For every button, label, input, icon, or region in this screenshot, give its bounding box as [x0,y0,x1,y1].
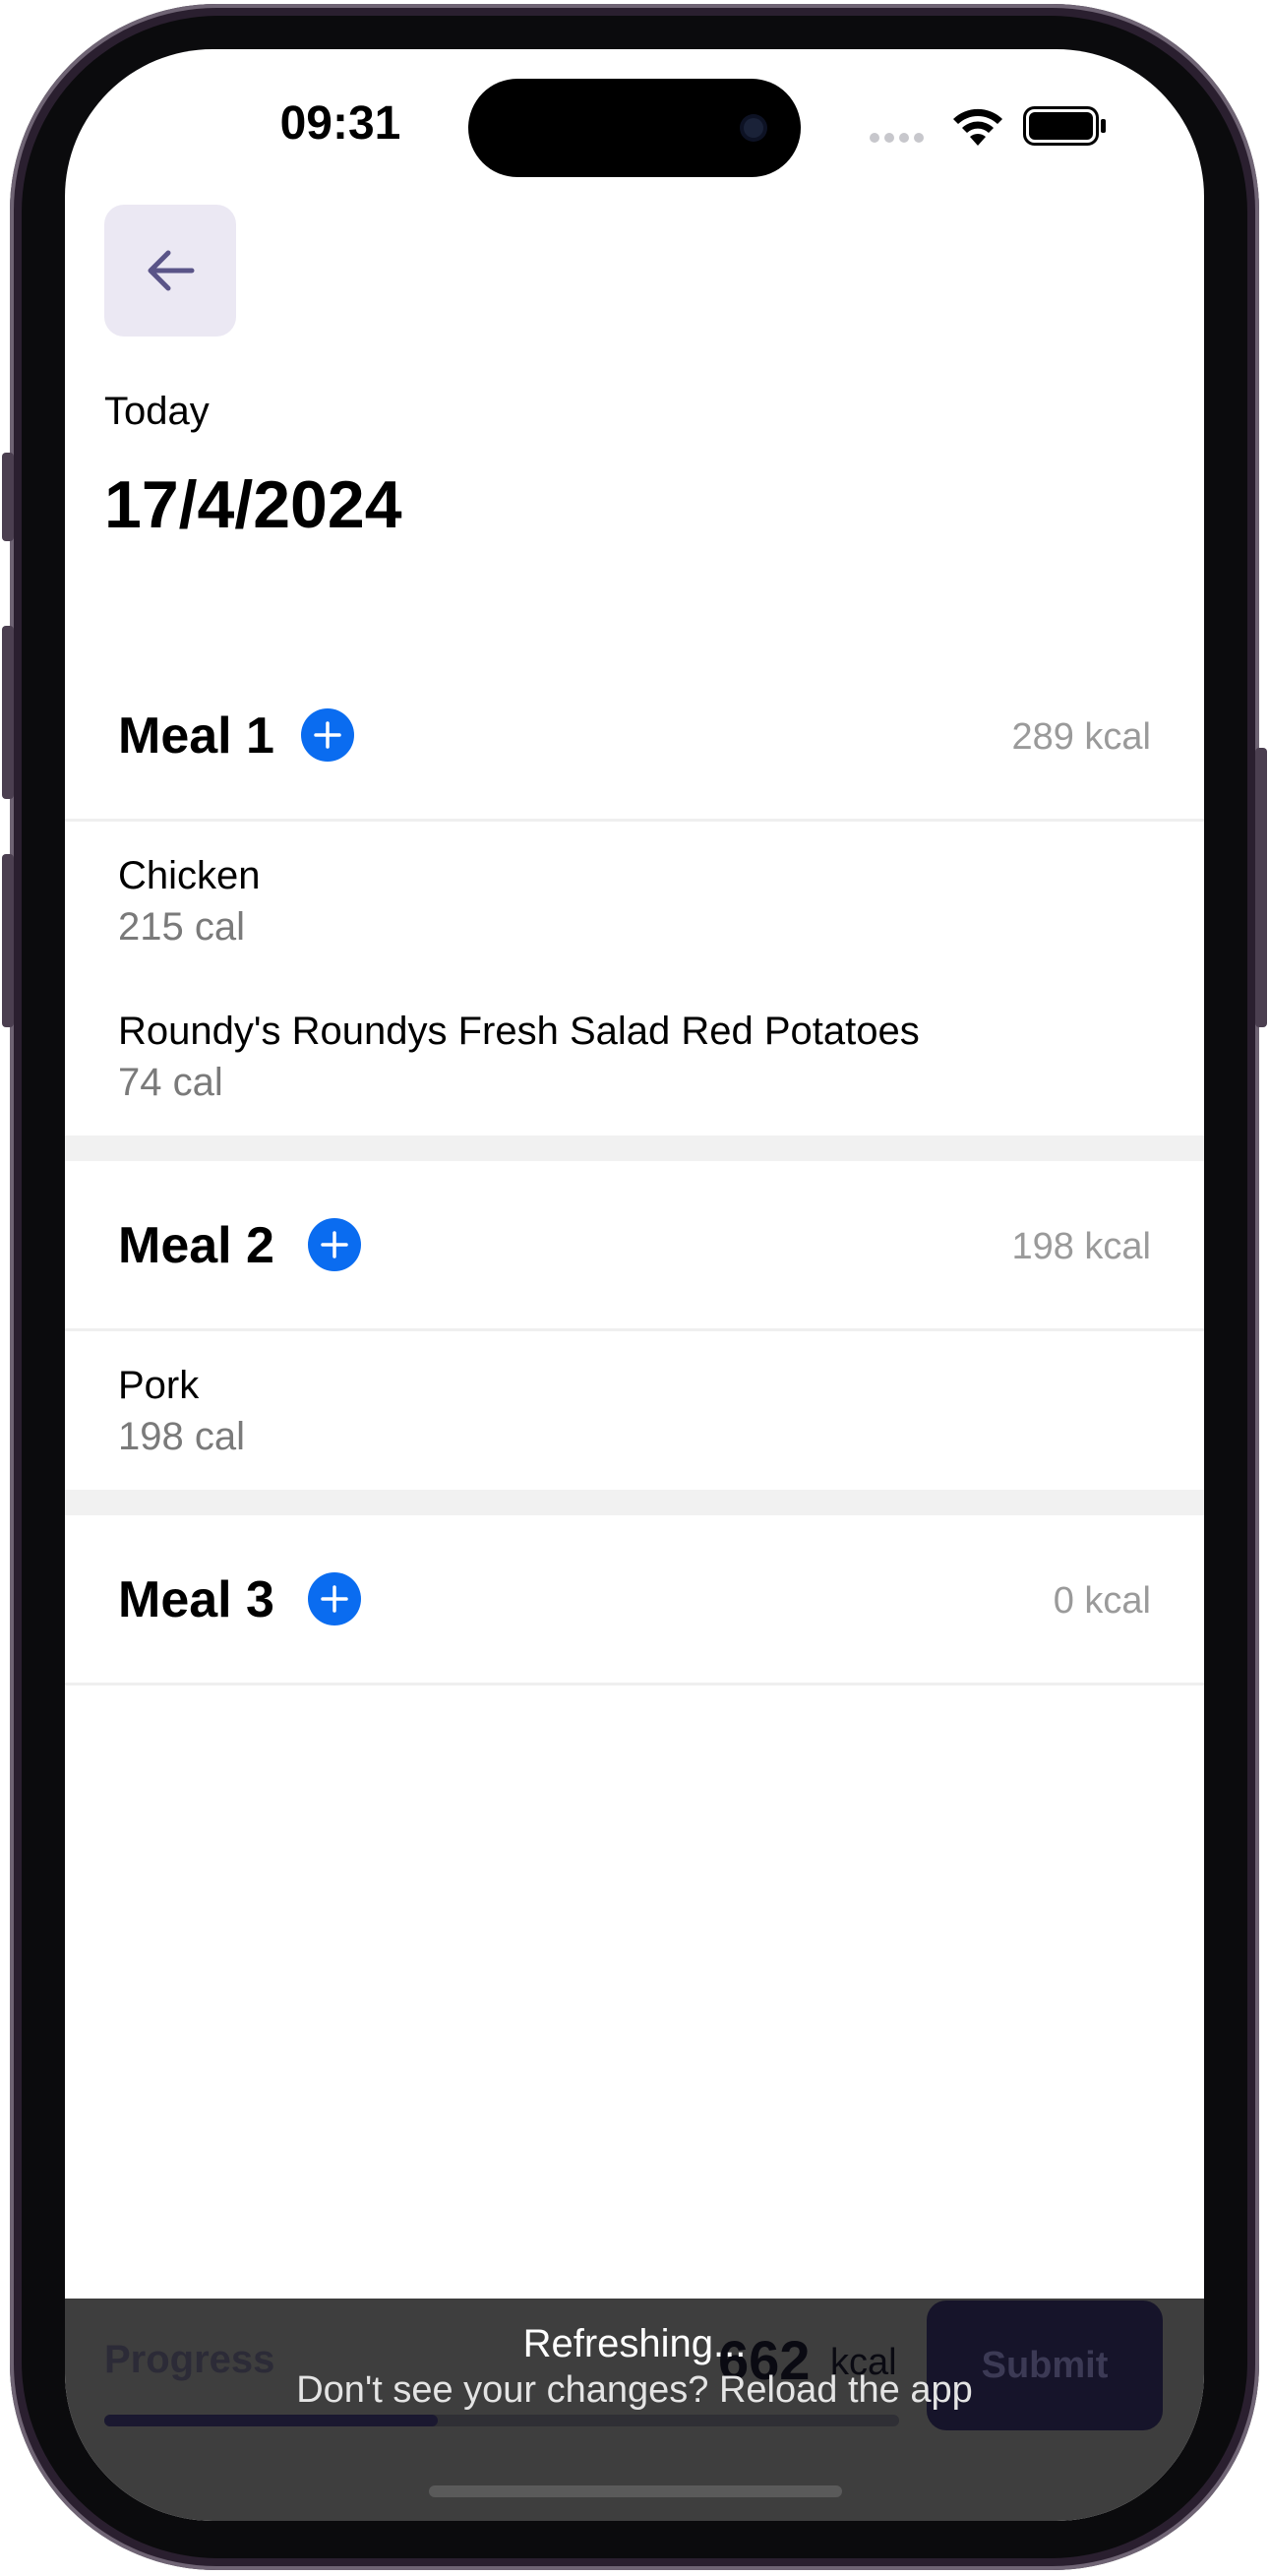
food-item-calories: 74 cal [118,1061,223,1104]
meal-section-header: Meal 2 198 kcal [65,1183,1204,1309]
divider [65,1328,1204,1331]
status-time: 09:31 [279,97,401,150]
toast-message[interactable]: Don't see your changes? Reload the app [65,2369,1204,2412]
food-item-calories: 215 cal [118,905,245,949]
section-separator [65,1135,1204,1161]
meal-section-header: Meal 3 0 kcal [65,1537,1204,1663]
toast-title: Refreshing... [522,2322,747,2365]
phone-side-button [2,854,14,1027]
plus-icon [314,721,341,749]
meal-kcal: 289 kcal [1011,716,1151,758]
app-screen: 09:31 Today 17/4/2024 Meal 1 289 kcal Ch… [65,49,1204,2521]
meal-title: Meal 3 [118,1571,274,1628]
progress-bar-fill [104,2415,439,2426]
add-food-button[interactable] [301,708,354,762]
food-item-calories: 198 cal [118,1415,245,1458]
divider [65,819,1204,822]
cellular-signal-icon [870,130,929,148]
meal-title: Meal 1 [118,707,274,765]
phone-side-button [2,453,14,541]
camera-icon [744,118,763,138]
meal-kcal: 198 kcal [1011,1226,1151,1267]
plus-icon [321,1231,348,1258]
back-button[interactable] [104,205,236,337]
page-title: 17/4/2024 [104,467,402,542]
phone-side-button [1255,748,1267,1027]
meal-title: Meal 2 [118,1217,274,1274]
battery-icon [1023,106,1106,146]
food-item-name[interactable]: Roundy's Roundys Fresh Salad Red Potatoe… [118,1010,920,1054]
food-item-name[interactable]: Chicken [118,854,261,898]
home-indicator[interactable] [429,2485,842,2497]
plus-icon [321,1585,348,1613]
divider [65,1683,1204,1686]
phone-side-button [2,626,14,799]
wifi-icon [953,108,1002,146]
arrow-left-icon [148,250,195,291]
meal-section-header: Meal 1 289 kcal [65,673,1204,799]
food-item-name[interactable]: Pork [118,1364,199,1408]
add-food-button[interactable] [308,1218,361,1271]
meal-kcal: 0 kcal [1053,1580,1151,1622]
today-label: Today [104,390,210,433]
section-separator [65,1490,1204,1515]
add-food-button[interactable] [308,1572,361,1625]
